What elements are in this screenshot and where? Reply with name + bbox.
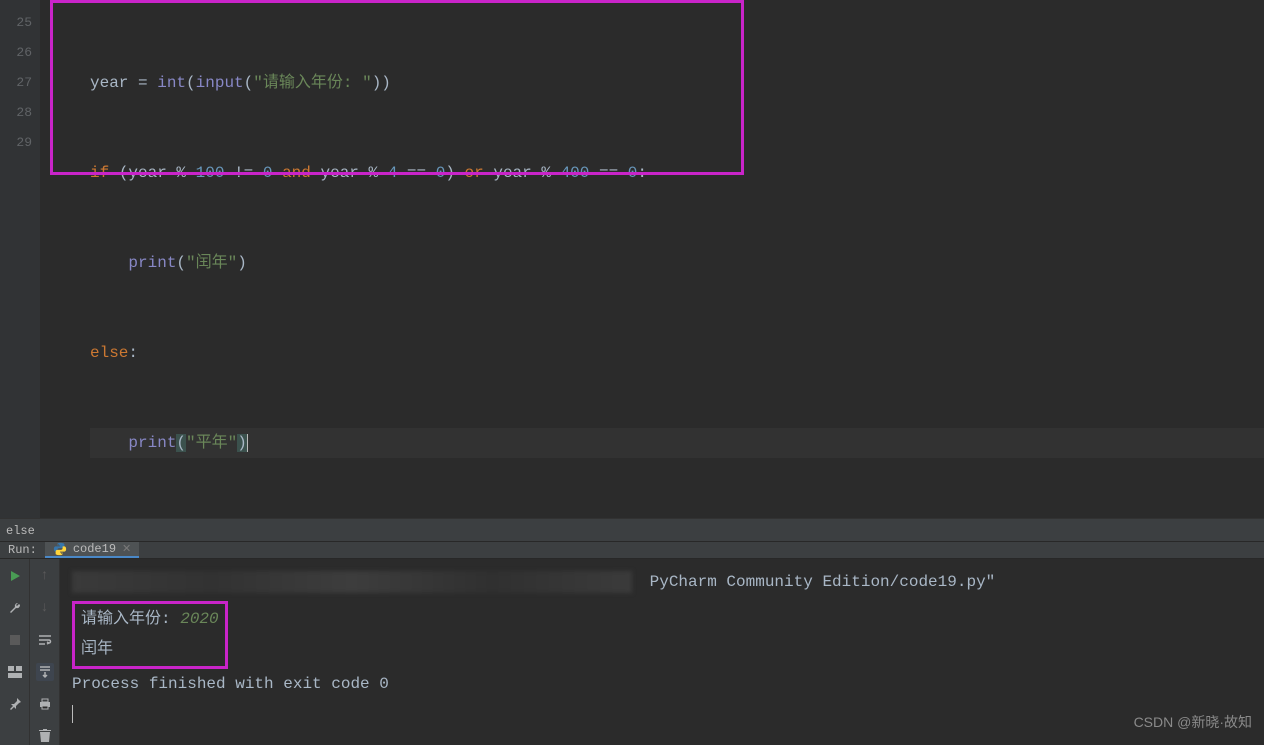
process-finished-line: Process finished with exit code 0 bbox=[72, 669, 1252, 699]
string: "平年" bbox=[186, 434, 237, 452]
console-panel: ↑ ↓ PyCharm Community Edition/code19.py"… bbox=[0, 559, 1264, 745]
run-tab-label: code19 bbox=[73, 542, 116, 556]
scroll-to-end-icon[interactable] bbox=[36, 663, 54, 681]
run-toolwindow-header: Run: code19 ✕ bbox=[0, 542, 1264, 559]
code-editor[interactable]: 25 26 27 28 29 year = int(input("请输入年份: … bbox=[0, 0, 1264, 518]
wrench-icon[interactable] bbox=[6, 599, 24, 617]
builtin: print bbox=[128, 254, 176, 272]
builtin: print bbox=[128, 434, 176, 452]
print-icon[interactable] bbox=[36, 695, 54, 713]
paren: ) bbox=[237, 434, 247, 452]
rerun-button[interactable] bbox=[6, 567, 24, 585]
line-number: 29 bbox=[0, 128, 32, 158]
line-number: 26 bbox=[0, 38, 32, 68]
highlight-box-code bbox=[50, 0, 744, 175]
line-gutter: 25 26 27 28 29 bbox=[0, 0, 40, 518]
path-suffix: PyCharm Community Edition/code19.py" bbox=[650, 573, 996, 591]
prompt-text: 请输入年份: bbox=[81, 610, 180, 628]
run-rail-primary bbox=[0, 559, 30, 745]
run-rail-secondary: ↑ ↓ bbox=[30, 559, 60, 745]
run-label: Run: bbox=[0, 543, 45, 557]
line-number: 25 bbox=[0, 8, 32, 38]
caret bbox=[72, 705, 73, 723]
run-tab[interactable]: code19 ✕ bbox=[45, 542, 139, 558]
code-line[interactable]: print("闰年") bbox=[90, 248, 1264, 278]
breadcrumb[interactable]: else bbox=[0, 518, 1264, 542]
pin-icon[interactable] bbox=[6, 695, 24, 713]
line-number: 27 bbox=[0, 68, 32, 98]
watermark: CSDN @新晓·故知 bbox=[1134, 707, 1252, 737]
indent bbox=[90, 434, 128, 452]
colon: : bbox=[128, 344, 138, 362]
caret bbox=[247, 434, 248, 452]
line-number: 28 bbox=[0, 98, 32, 128]
paren: ) bbox=[237, 254, 247, 272]
crumb-item[interactable]: else bbox=[6, 524, 35, 538]
console-caret-line[interactable] bbox=[72, 699, 1252, 729]
soft-wrap-icon[interactable] bbox=[36, 631, 54, 649]
layout-icon[interactable] bbox=[6, 663, 24, 681]
code-line[interactable]: else: bbox=[90, 338, 1264, 368]
console-line: PyCharm Community Edition/code19.py" bbox=[72, 567, 1252, 597]
stop-button[interactable] bbox=[6, 631, 24, 649]
console-output[interactable]: PyCharm Community Edition/code19.py" 请输入… bbox=[60, 559, 1264, 745]
paren: ( bbox=[176, 434, 186, 452]
down-arrow-icon[interactable]: ↓ bbox=[36, 599, 54, 617]
python-icon bbox=[53, 542, 67, 556]
code-line-current[interactable]: print("平年") bbox=[90, 428, 1264, 458]
console-line: 闰年 bbox=[81, 634, 219, 664]
user-input-value: 2020 bbox=[180, 610, 218, 628]
redacted-path bbox=[72, 571, 632, 593]
indent bbox=[90, 254, 128, 272]
keyword: else bbox=[90, 344, 128, 362]
up-arrow-icon[interactable]: ↑ bbox=[36, 567, 54, 585]
string: "闰年" bbox=[186, 254, 237, 272]
paren: ( bbox=[176, 254, 186, 272]
close-icon[interactable]: ✕ bbox=[122, 542, 131, 556]
trash-icon[interactable] bbox=[36, 727, 54, 745]
highlight-box-console: 请输入年份: 2020 闰年 bbox=[72, 601, 228, 669]
console-line: 请输入年份: 2020 bbox=[81, 604, 219, 634]
